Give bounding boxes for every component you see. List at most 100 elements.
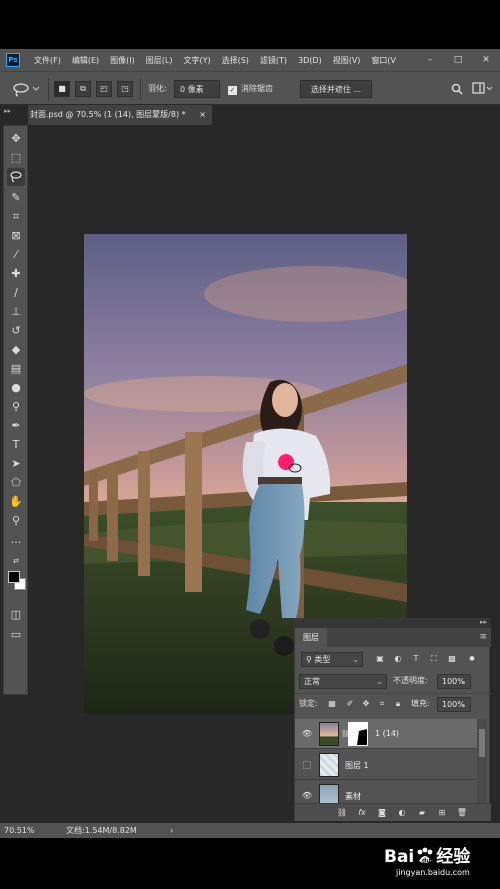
shape-tool-icon[interactable]: ⬠ — [7, 474, 25, 492]
photoshop-logo: Ps — [6, 53, 20, 67]
document-tab-title: 封面.psd @ 70.5% (1 (14), 图层蒙版/8) * — [30, 110, 186, 119]
menu-view[interactable]: 视图(V) — [333, 55, 361, 66]
workspace-switcher[interactable] — [472, 80, 494, 98]
eye-icon[interactable]: 👁︎ — [301, 728, 313, 740]
menu-layer[interactable]: 图层(L) — [146, 55, 173, 66]
search-button[interactable] — [449, 80, 465, 98]
menu-window[interactable]: 窗口(V — [371, 55, 396, 66]
quick-selection-tool-icon[interactable]: ✎ — [7, 189, 25, 207]
screen-mode-icon[interactable]: ▭ — [7, 626, 25, 644]
swap-colors-icon[interactable]: ⇄ — [7, 552, 25, 570]
type-filter-icon[interactable]: T — [409, 652, 423, 666]
marquee-tool-icon[interactable]: ⬚ — [7, 149, 25, 167]
antialias-checkbox[interactable]: ✓ 消除锯齿 — [228, 80, 273, 98]
new-selection-button[interactable]: ■ — [54, 81, 70, 97]
hand-tool-icon[interactable]: ✋ — [7, 493, 25, 511]
tools-panel: ✥ ⬚ ✎ ⌗ ⊠ ⁄ ✚ ∕ ⊥ ↺ ◆ ▤ ● ⚲ ✒ T ➤ ⬠ ✋ ⚲ … — [3, 125, 28, 695]
add-mask-icon[interactable]: ◙ — [375, 806, 389, 820]
layer-filter-row: ⚲ 类型 ⌄ ▣ ◐ T ⛶ ▩ ● — [295, 649, 491, 670]
path-selection-tool-icon[interactable]: ➤ — [7, 455, 25, 473]
lasso-tool-icon[interactable] — [7, 168, 25, 186]
layers-scrollbar[interactable] — [477, 719, 487, 805]
frame-tool-icon[interactable]: ⊠ — [7, 227, 25, 245]
search-icon — [451, 83, 463, 95]
gradient-tool-icon[interactable]: ▤ — [7, 360, 25, 378]
layer-mask-thumbnail[interactable] — [348, 722, 368, 746]
minimize-button[interactable]: – — [416, 49, 444, 71]
menu-bar: Ps 文件(F) 编辑(E) 图像(I) 图层(L) 文字(Y) 选择(S) 滤… — [0, 49, 500, 71]
menu-select[interactable]: 选择(S) — [222, 55, 249, 66]
maximize-button[interactable]: □ — [444, 49, 472, 71]
dodge-tool-icon[interactable]: ⚲ — [7, 398, 25, 416]
history-brush-tool-icon[interactable]: ↺ — [7, 322, 25, 340]
panel-menu-icon[interactable]: ≡ — [479, 632, 487, 642]
menu-filter[interactable]: 滤镜(T) — [260, 55, 287, 66]
feather-input[interactable]: 0 像素 — [174, 80, 220, 98]
collapse-toolbar-icon[interactable]: ▸▸ — [4, 107, 11, 115]
eyedropper-tool-icon[interactable]: ⁄ — [7, 246, 25, 264]
eye-icon[interactable]: 👁︎ — [301, 790, 313, 802]
pen-tool-icon[interactable]: ✒ — [7, 417, 25, 435]
tool-preset-picker[interactable] — [10, 80, 44, 98]
clone-stamp-tool-icon[interactable]: ⊥ — [7, 303, 25, 321]
layer-row-layer-1[interactable]: 图层 1 — [295, 750, 477, 780]
filter-kind-value: 类型 — [314, 655, 331, 664]
select-and-mask-button[interactable]: 选择并遮住 ... — [300, 80, 372, 98]
intersect-selection-button[interactable]: ◳ — [117, 81, 133, 97]
zoom-tool-icon[interactable]: ⚲ — [7, 512, 25, 530]
status-menu-arrow[interactable]: › — [170, 823, 173, 838]
tab-close-icon[interactable]: × — [199, 105, 206, 125]
eraser-tool-icon[interactable]: ◆ — [7, 341, 25, 359]
type-tool-icon[interactable]: T — [7, 436, 25, 454]
menu-3d[interactable]: 3D(D) — [298, 56, 322, 65]
lock-artboard-icon[interactable]: ⌗ — [375, 697, 389, 711]
brush-tool-icon[interactable]: ∕ — [7, 284, 25, 302]
subtract-selection-button[interactable]: ◰ — [96, 81, 112, 97]
adjustment-filter-icon[interactable]: ◐ — [391, 652, 405, 666]
opacity-label: 不透明度: — [393, 676, 428, 685]
lock-all-icon[interactable]: 🔒︎ — [391, 697, 405, 711]
watermark-url: jingyan.baidu.com — [396, 868, 470, 877]
move-tool-icon[interactable]: ✥ — [7, 130, 25, 148]
quick-mask-icon[interactable]: ◫ — [7, 606, 25, 624]
layer-name: 素材 — [345, 792, 361, 801]
foreground-color-swatch[interactable] — [8, 571, 20, 583]
link-layers-icon[interactable]: ⛓ — [335, 806, 349, 820]
zoom-level[interactable]: 70.51% — [4, 823, 35, 838]
crop-tool-icon[interactable]: ⌗ — [7, 208, 25, 226]
fill-input[interactable]: 100% ⌄ — [437, 697, 471, 712]
filter-kind-dropdown[interactable]: ⚲ 类型 ⌄ — [301, 652, 363, 667]
lock-transparent-icon[interactable]: ▦ — [325, 697, 339, 711]
layer-row-material[interactable]: 👁︎ 素材 — [295, 781, 477, 803]
subtract-selection-icon: ◰ — [100, 84, 108, 93]
layer-row-1-14[interactable]: 👁︎ ⛓ 1 (14) — [295, 719, 477, 749]
fx-icon[interactable]: fx — [355, 806, 369, 820]
add-to-selection-button[interactable]: ⧉ — [75, 81, 91, 97]
blend-mode-dropdown[interactable]: 正常 ⌄ — [299, 674, 387, 689]
scrollbar-thumb[interactable] — [479, 729, 485, 757]
layers-tab[interactable]: 图层 — [295, 628, 327, 647]
healing-brush-tool-icon[interactable]: ✚ — [7, 265, 25, 283]
more-tools-icon[interactable]: ··· — [7, 534, 25, 552]
lock-pixels-icon[interactable]: ✐ — [343, 697, 357, 711]
adjustment-layer-icon[interactable]: ◐ — [395, 806, 409, 820]
menu-image[interactable]: 图像(I) — [110, 55, 135, 66]
lasso-icon — [13, 83, 40, 97]
pixel-filter-icon[interactable]: ▣ — [373, 652, 387, 666]
document-tab[interactable]: 封面.psd @ 70.5% (1 (14), 图层蒙版/8) * × — [28, 105, 212, 125]
new-group-icon[interactable]: ▰ — [415, 806, 429, 820]
new-layer-icon[interactable]: ⊞ — [435, 806, 449, 820]
opacity-input[interactable]: 100% ⌄ — [437, 674, 471, 689]
blur-tool-icon[interactable]: ● — [7, 379, 25, 397]
filter-toggle-icon[interactable]: ● — [465, 652, 479, 666]
close-button[interactable]: ✕ — [472, 49, 500, 71]
panel-collapse-icon[interactable]: ▸▸ — [480, 618, 487, 626]
menu-type[interactable]: 文字(Y) — [183, 55, 210, 66]
shape-filter-icon[interactable]: ⛶ — [427, 652, 441, 666]
lock-position-icon[interactable]: ✥ — [359, 697, 373, 711]
smart-object-filter-icon[interactable]: ▩ — [445, 652, 459, 666]
trash-icon[interactable]: 🗑︎ — [455, 806, 469, 820]
menu-file[interactable]: 文件(F) — [34, 55, 61, 66]
menu-edit[interactable]: 编辑(E) — [72, 55, 99, 66]
visibility-off-box[interactable] — [303, 761, 311, 769]
